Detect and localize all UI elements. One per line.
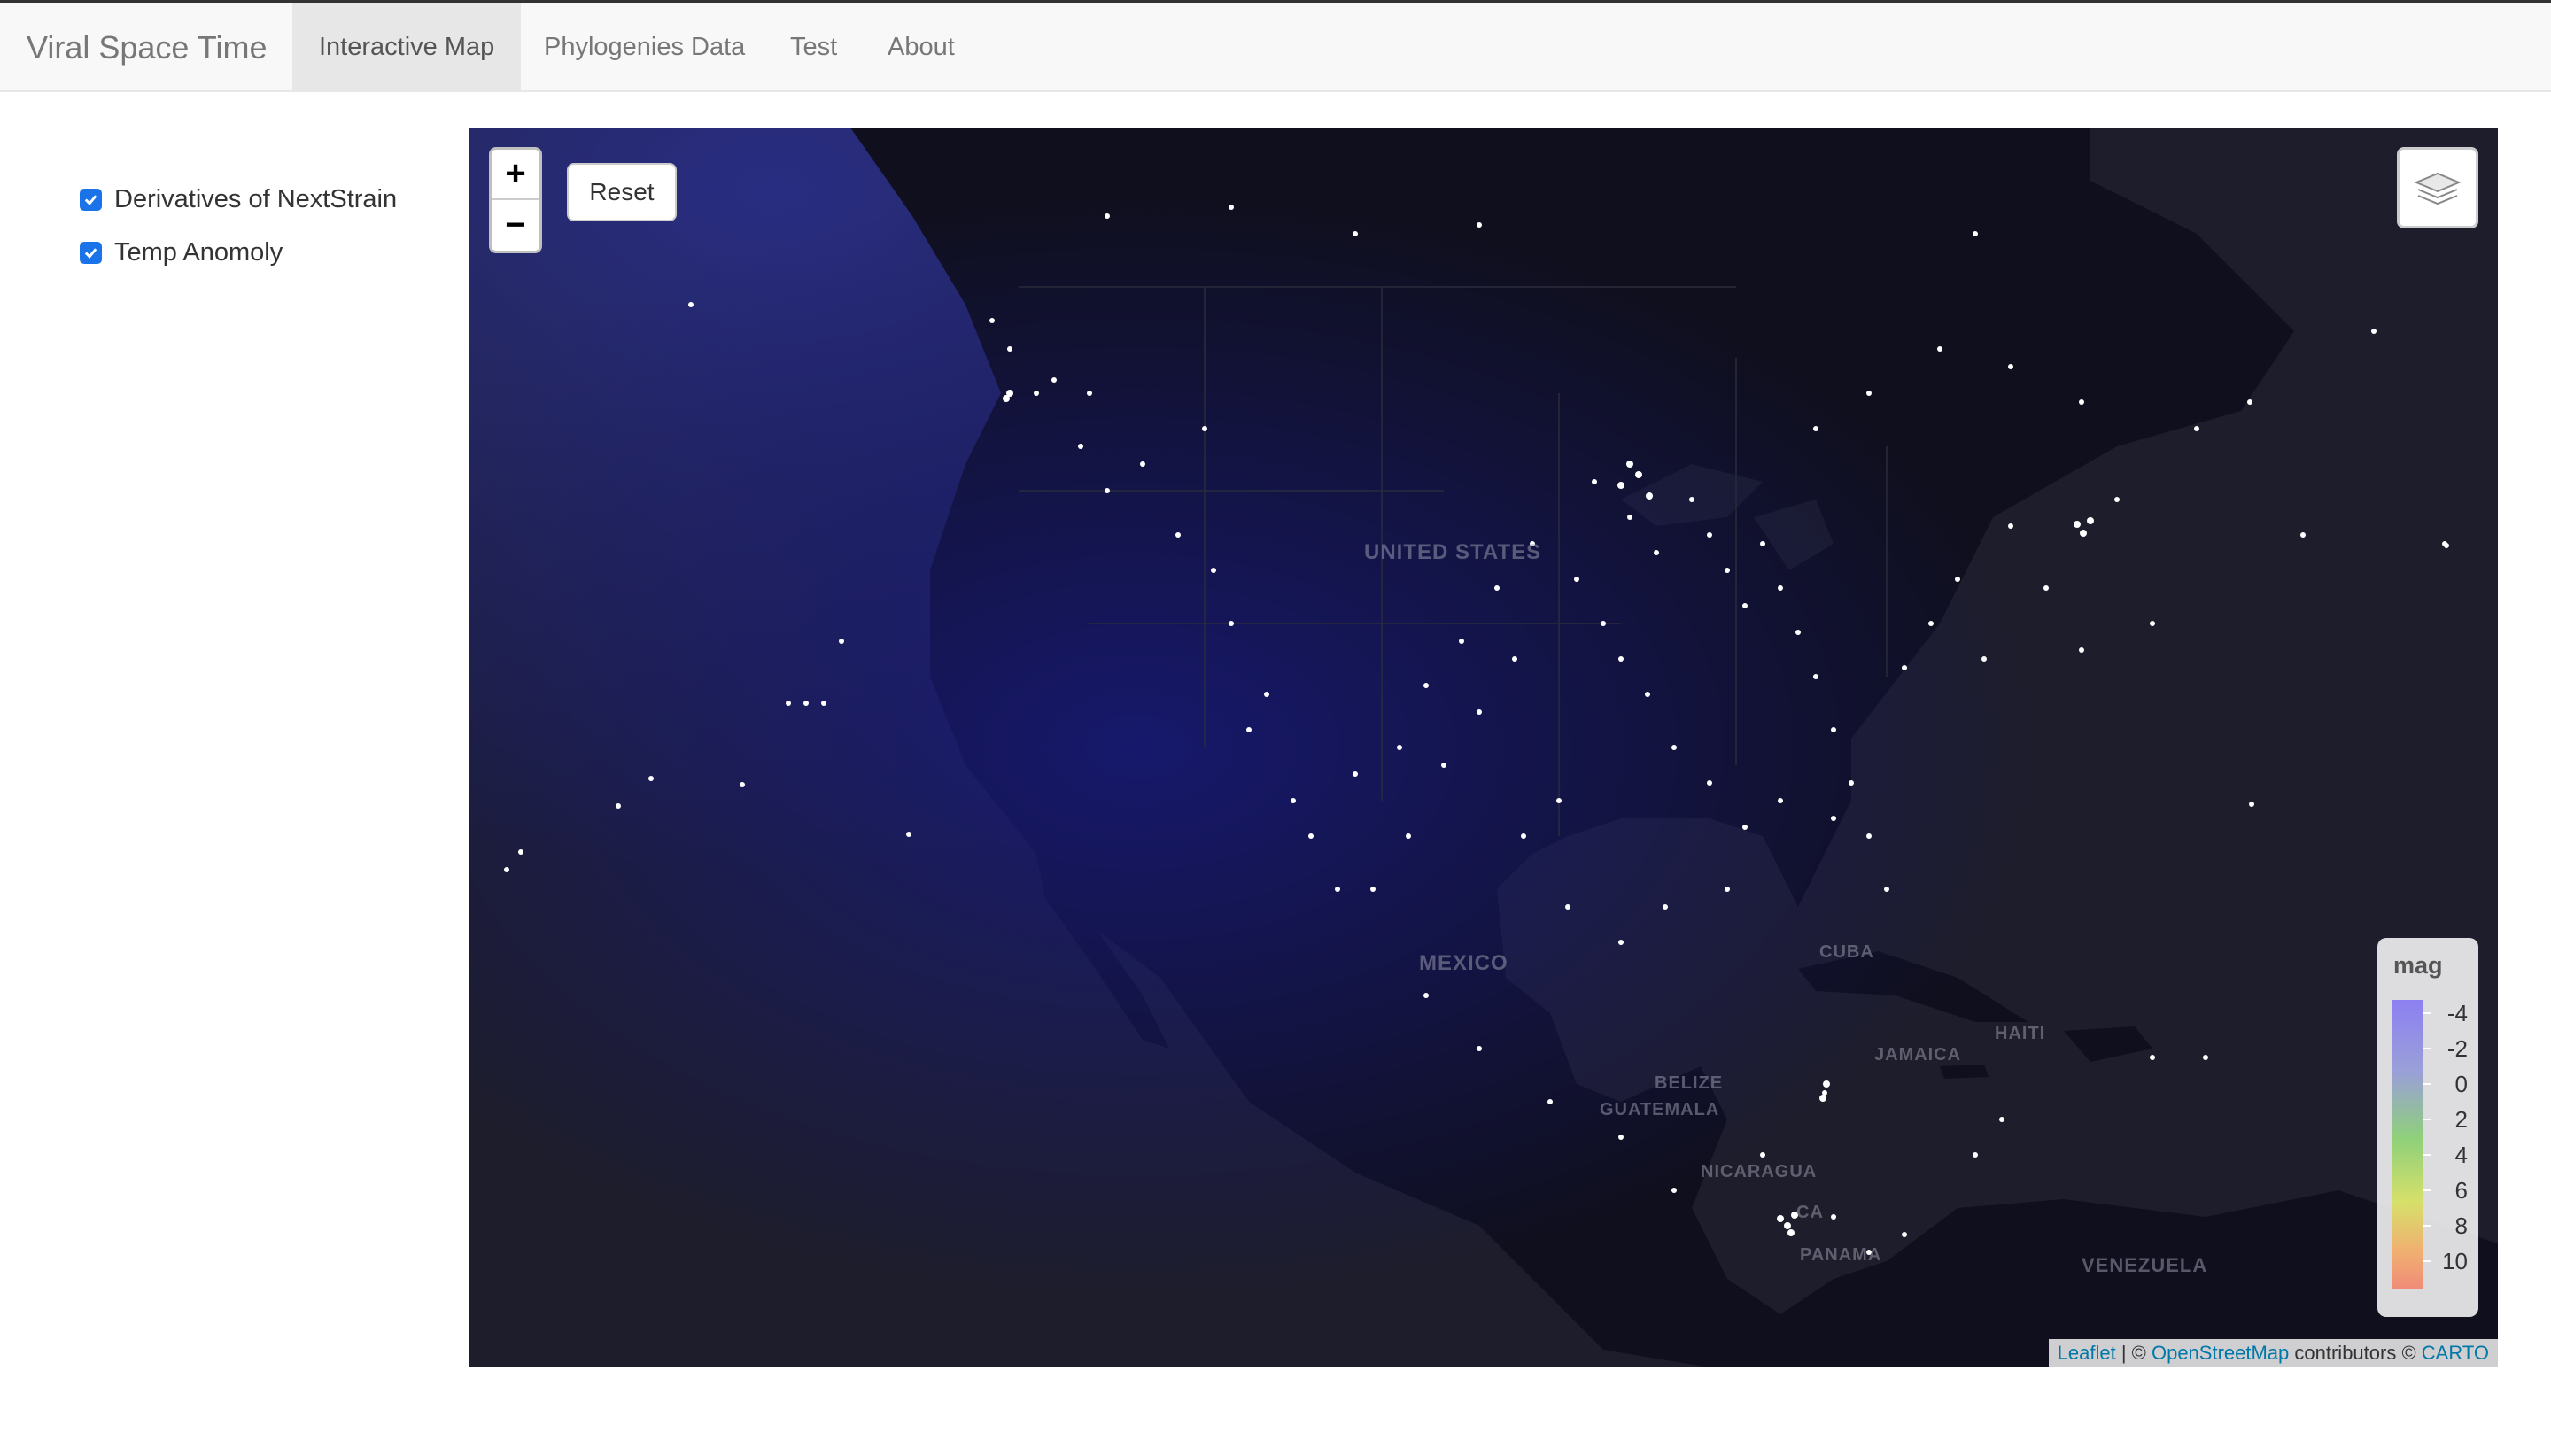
legend-color-bar [2392,1000,2423,1289]
zoom-control: + − [489,147,542,253]
checkbox-temp-anomoly[interactable] [80,241,102,264]
leaflet-link[interactable]: Leaflet [2058,1342,2116,1364]
tab-about[interactable]: About [861,3,981,92]
legend-tick [2423,1048,2431,1049]
zoom-in-button[interactable]: + [492,150,539,200]
legend-title: mag [2393,952,2443,979]
legend-tick [2423,1154,2431,1156]
checkmark-icon [84,194,97,205]
carto-link[interactable]: CARTO [2422,1342,2489,1364]
legend-tick [2423,1083,2431,1085]
map-label-guatemala: GUATEMALA [1600,1100,1720,1119]
checkbox-label-temp-anomoly: Temp Anomoly [114,237,283,267]
color-legend: mag -4 -2 0 2 4 6 8 10 [2377,938,2478,1317]
legend-tick [2423,1225,2431,1227]
navbar: Viral Space Time Interactive Map Phyloge… [0,0,2551,92]
legend-label: -2 [2446,1035,2468,1062]
layer-toggle-nextstrain[interactable]: Derivatives of NextStrain [80,182,397,217]
attribution-contributors: contributors © [2289,1342,2422,1364]
openstreetmap-link[interactable]: OpenStreetMap [2152,1342,2289,1364]
attribution-separator: | © [2115,1342,2152,1364]
map-label-cuba: CUBA [1819,942,1874,962]
map-label-nicaragua: NICARAGUA [1701,1162,1818,1181]
map-basemap[interactable] [469,128,2498,1367]
map-label-us: UNITED STATES [1364,540,1542,564]
map-label-belize: BELIZE [1655,1073,1724,1093]
tab-interactive-map[interactable]: Interactive Map [292,3,522,92]
layers-icon [2414,172,2462,205]
reset-button[interactable]: Reset [567,163,677,221]
legend-label: -4 [2446,1000,2468,1026]
map-label-haiti: HAITI [1995,1024,2046,1043]
layers-control-button[interactable] [2397,147,2478,228]
legend-label: 2 [2454,1106,2468,1133]
legend-label: 6 [2454,1177,2468,1204]
map-label-jamaica: JAMAICA [1874,1045,1962,1065]
legend-label: 0 [2454,1071,2468,1097]
checkmark-icon [84,247,97,259]
layer-toggle-temp-anomoly[interactable]: Temp Anomoly [80,235,283,270]
map-label-costa-rica: CA [1796,1203,1824,1222]
map-label-mexico: MEXICO [1419,951,1508,975]
brand-title[interactable]: Viral Space Time [27,3,267,92]
map-attribution: Leaflet | © OpenStreetMap contributors ©… [2048,1339,2498,1367]
legend-tick [2423,1012,2431,1014]
legend-label: 10 [2442,1248,2468,1274]
tab-test[interactable]: Test [764,3,864,92]
checkbox-label-nextstrain: Derivatives of NextStrain [114,184,398,213]
legend-tick [2423,1260,2431,1262]
checkbox-nextstrain[interactable] [80,188,102,211]
zoom-out-button[interactable]: − [492,200,539,251]
legend-label: 4 [2454,1142,2468,1168]
tab-phylogenies-data[interactable]: Phylogenies Data [517,3,772,92]
interactive-map[interactable]: UNITED STATES MEXICO CUBA JAMAICA HAITI … [469,128,2498,1367]
legend-tick [2423,1189,2431,1191]
map-label-panama: PANAMA [1800,1245,1882,1265]
legend-label: 8 [2454,1212,2468,1239]
map-label-venezuela: VENEZUELA [2082,1254,2208,1276]
legend-tick [2423,1119,2431,1120]
